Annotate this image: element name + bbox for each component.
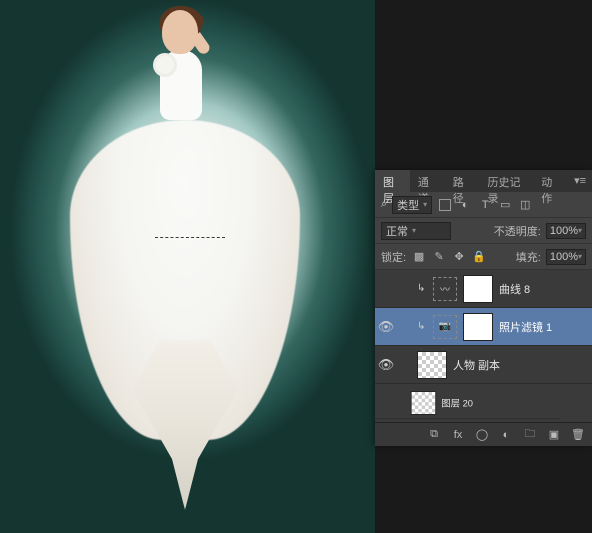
visibility-toggle[interactable] <box>379 282 393 296</box>
delete-layer-icon[interactable]: 🗑 <box>570 427 586 443</box>
curves-icon: 〰 <box>433 277 457 301</box>
layer-thumb[interactable] <box>417 351 447 379</box>
filter-type-icons: ◐ T ▭ ◫ <box>437 197 533 213</box>
layer-fx-icon[interactable]: fx <box>450 427 466 443</box>
layers-panel: 图层 通道 路径 历史记录 动作 ▾≡ ⌕ 类型 ▾ ◐ T ▭ ◫ 正常 ▾ … <box>375 170 592 446</box>
tab-layers[interactable]: 图层 <box>375 170 410 192</box>
lock-row: 锁定: ▩ ✎ ✥ 🔒 填充: 100% ▾ <box>375 244 592 270</box>
layer-name[interactable]: 人物 副本 <box>453 357 588 373</box>
chevron-down-icon: ▾ <box>578 226 582 235</box>
layer-mask-thumb[interactable] <box>463 313 493 341</box>
lock-icons: ▩ ✎ ✥ 🔒 <box>411 249 487 265</box>
link-layers-icon[interactable]: ⧉ <box>426 427 442 443</box>
lock-transparency-icon[interactable]: ▩ <box>411 249 427 265</box>
photo-filter-icon: 📷 <box>433 315 457 339</box>
layer-row[interactable]: 👁 ↳ 📷 照片滤镜 1 <box>375 308 592 346</box>
filter-pixel-icon[interactable] <box>437 197 453 213</box>
panel-footer: ⧉ fx ◯ ◐ 🗀 ▣ 🗑 <box>375 422 592 446</box>
filter-kind-label: 类型 <box>397 197 419 213</box>
filter-kind-dropdown[interactable]: 类型 ▾ <box>392 196 432 214</box>
search-icon: ⌕ <box>381 198 387 211</box>
layer-name[interactable]: 照片滤镜 1 <box>499 319 588 335</box>
new-group-icon[interactable]: 🗀 <box>522 427 538 443</box>
layer-name[interactable]: 曲线 8 <box>499 281 588 297</box>
layer-thumb[interactable] <box>411 391 437 415</box>
fill-label: 填充: <box>516 249 541 265</box>
adjustment-layer-icon[interactable]: ◐ <box>498 427 514 443</box>
clip-indicator-icon: ↳ <box>417 321 427 332</box>
tab-paths[interactable]: 路径 <box>445 170 480 192</box>
visibility-toggle[interactable]: 👁 <box>379 358 393 372</box>
fill-field[interactable]: 100% ▾ <box>546 249 586 265</box>
opacity-value: 100% <box>550 225 578 237</box>
panel-menu-icon[interactable]: ▾≡ <box>568 170 592 192</box>
blend-mode-value: 正常 <box>386 223 408 239</box>
artwork-figure <box>140 10 260 210</box>
layer-row[interactable]: 👁 人物 副本 <box>375 346 592 384</box>
reflection-guide <box>155 237 225 238</box>
filter-adjust-icon[interactable]: ◐ <box>457 197 473 213</box>
add-mask-icon[interactable]: ◯ <box>474 427 490 443</box>
lock-pixels-icon[interactable]: ✎ <box>431 249 447 265</box>
tab-actions[interactable]: 动作 <box>533 170 568 192</box>
document-canvas[interactable] <box>0 0 375 533</box>
panel-tabs: 图层 通道 路径 历史记录 动作 ▾≡ <box>375 170 592 192</box>
fill-value: 100% <box>550 251 578 263</box>
opacity-field[interactable]: 100% ▾ <box>546 223 586 239</box>
lock-label: 锁定: <box>381 249 406 265</box>
tab-history[interactable]: 历史记录 <box>480 170 534 192</box>
filter-shape-icon[interactable]: ▭ <box>497 197 513 213</box>
visibility-toggle[interactable]: 👁 <box>379 320 393 334</box>
chevron-down-icon: ▾ <box>578 252 582 261</box>
lock-position-icon[interactable]: ✥ <box>451 249 467 265</box>
tab-channels[interactable]: 通道 <box>410 170 445 192</box>
lock-all-icon[interactable]: 🔒 <box>471 249 487 265</box>
opacity-label: 不透明度: <box>494 223 541 239</box>
chevron-down-icon: ▾ <box>412 226 416 235</box>
filter-smart-icon[interactable]: ◫ <box>517 197 533 213</box>
layer-mask-thumb[interactable] <box>463 275 493 303</box>
blend-row: 正常 ▾ 不透明度: 100% ▾ <box>375 218 592 244</box>
clip-indicator-icon: ↳ <box>417 283 427 294</box>
layer-list: ↳ 〰 曲线 8 👁 ↳ 📷 照片滤镜 1 👁 人物 副本 图层 20 <box>375 270 592 422</box>
blend-mode-dropdown[interactable]: 正常 ▾ <box>381 222 451 240</box>
new-layer-icon[interactable]: ▣ <box>546 427 562 443</box>
chevron-down-icon: ▾ <box>423 200 427 209</box>
visibility-toggle[interactable] <box>378 397 390 409</box>
filter-row: ⌕ 类型 ▾ ◐ T ▭ ◫ <box>375 192 592 218</box>
layer-row[interactable]: ↳ 〰 曲线 8 <box>375 270 592 308</box>
layer-row[interactable]: 图层 20 <box>375 387 559 419</box>
filter-text-icon[interactable]: T <box>477 197 493 213</box>
layer-name[interactable]: 图层 20 <box>441 396 556 410</box>
